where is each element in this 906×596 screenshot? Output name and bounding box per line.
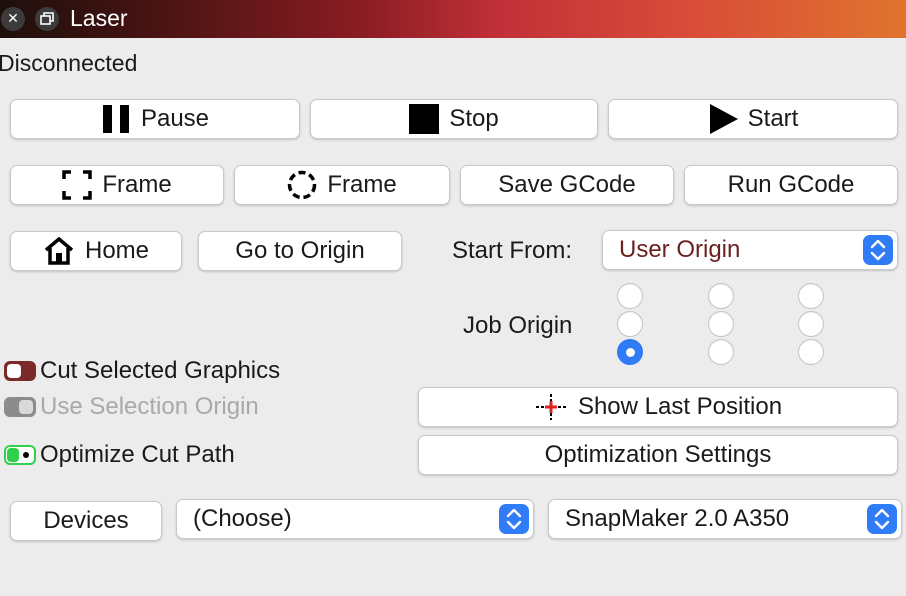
go-to-origin-label: Go to Origin xyxy=(235,237,365,264)
select-stepper-icon xyxy=(499,504,529,534)
frame-circle-icon xyxy=(287,170,317,200)
use-selection-origin-toggle[interactable] xyxy=(4,397,36,417)
select-stepper-icon xyxy=(863,235,893,265)
play-icon xyxy=(708,104,738,134)
show-last-position-button[interactable]: Show Last Position xyxy=(418,387,898,427)
cut-selected-toggle[interactable] xyxy=(4,361,36,381)
stop-label: Stop xyxy=(449,105,499,132)
start-label: Start xyxy=(747,105,799,132)
job-origin-radio-r2-c0[interactable] xyxy=(617,339,643,365)
cut-selected-label: Cut Selected Graphics xyxy=(40,357,281,384)
port-select-value: (Choose) xyxy=(193,505,292,532)
stop-icon xyxy=(409,104,440,134)
start-from-select[interactable]: User Origin xyxy=(602,230,898,270)
job-origin-radio-r0-c1[interactable] xyxy=(708,283,734,309)
devices-label: Devices xyxy=(43,507,129,534)
optimize-cut-path-label: Optimize Cut Path xyxy=(40,441,235,468)
frame-circle-label: Frame xyxy=(327,171,397,198)
home-icon xyxy=(43,237,75,265)
use-selection-origin-label: Use Selection Origin xyxy=(40,393,259,420)
job-origin-radio-r2-c1[interactable] xyxy=(708,339,734,365)
home-button[interactable]: Home xyxy=(10,231,182,271)
connection-status: Disconnected xyxy=(0,50,138,76)
crosshair-icon xyxy=(534,392,568,422)
job-origin-radio-r1-c0[interactable] xyxy=(617,311,643,337)
device-select[interactable]: SnapMaker 2.0 A350 xyxy=(548,499,902,539)
pause-icon xyxy=(101,104,131,134)
job-origin-radio-r1-c2[interactable] xyxy=(798,311,824,337)
restore-icon[interactable] xyxy=(35,7,59,31)
start-from-label: Start From: xyxy=(452,237,573,264)
port-select[interactable]: (Choose) xyxy=(176,499,534,539)
device-select-value: SnapMaker 2.0 A350 xyxy=(565,505,790,532)
optimize-cut-path-toggle[interactable] xyxy=(4,445,36,465)
save-gcode-button[interactable]: Save GCode xyxy=(460,165,674,205)
run-gcode-button[interactable]: Run GCode xyxy=(684,165,898,205)
devices-button[interactable]: Devices xyxy=(10,501,162,541)
start-from-value: User Origin xyxy=(619,236,741,263)
job-origin-label: Job Origin xyxy=(463,312,573,339)
frame-circle-button[interactable]: Frame xyxy=(234,165,450,205)
show-last-position-label: Show Last Position xyxy=(577,393,783,420)
job-origin-radio-r0-c0[interactable] xyxy=(617,283,643,309)
title-bar: ✕ Laser xyxy=(0,0,906,38)
run-gcode-label: Run GCode xyxy=(727,171,855,198)
start-button[interactable]: Start xyxy=(608,99,898,139)
optimization-settings-label: Optimization Settings xyxy=(544,441,772,468)
job-origin-radio-r2-c2[interactable] xyxy=(798,339,824,365)
pause-button[interactable]: Pause xyxy=(10,99,300,139)
optimization-settings-button[interactable]: Optimization Settings xyxy=(418,435,898,475)
frame-rect-label: Frame xyxy=(102,171,172,198)
job-origin-radio-r0-c2[interactable] xyxy=(798,283,824,309)
close-icon[interactable]: ✕ xyxy=(1,7,25,31)
home-label: Home xyxy=(84,237,150,264)
frame-rect-button[interactable]: Frame xyxy=(10,165,224,205)
pause-label: Pause xyxy=(140,105,210,132)
go-to-origin-button[interactable]: Go to Origin xyxy=(198,231,402,271)
select-stepper-icon xyxy=(867,504,897,534)
window-title: Laser xyxy=(70,5,128,31)
frame-rect-icon xyxy=(62,170,93,200)
save-gcode-label: Save GCode xyxy=(498,171,636,198)
stop-button[interactable]: Stop xyxy=(310,99,598,139)
job-origin-radio-r1-c1[interactable] xyxy=(708,311,734,337)
